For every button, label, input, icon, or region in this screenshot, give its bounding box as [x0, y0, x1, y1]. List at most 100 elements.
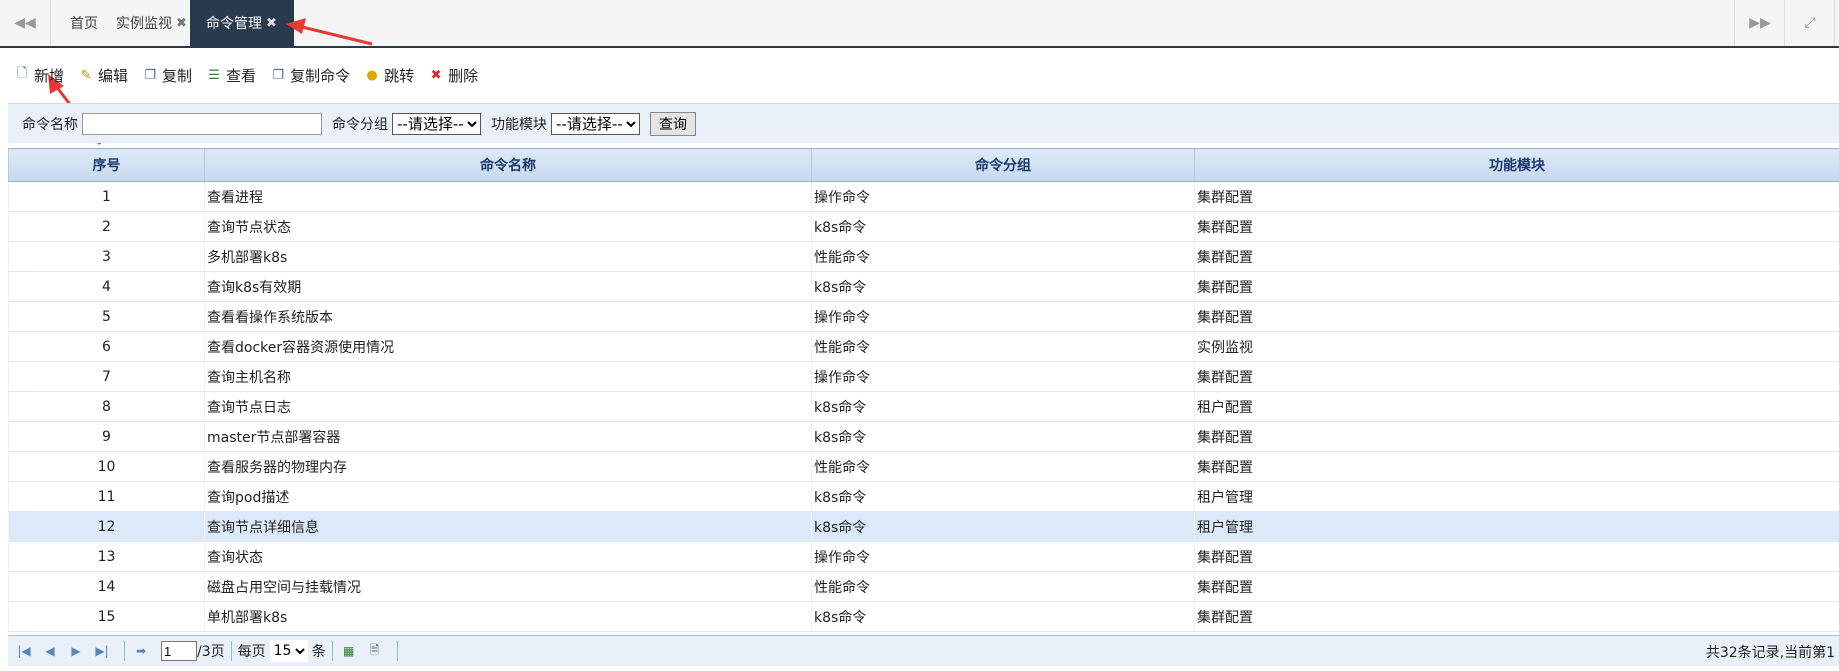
table-header-row: 序号 命令名称 命令分组 功能模块	[8, 148, 1839, 182]
command-group-label: 命令分组	[332, 116, 388, 133]
view-button[interactable]: ☰ 查看	[206, 65, 256, 86]
document-icon: 🗎	[369, 642, 380, 657]
cell-function-module: 租户管理	[1194, 481, 1839, 512]
close-icon[interactable]: ✖	[176, 16, 187, 31]
jump-button[interactable]: ● 跳转	[364, 65, 414, 86]
cell-function-module: 集群配置	[1194, 361, 1839, 392]
command-table: 序号 命令名称 命令分组 功能模块 1 查看进程 操作命令 集群配置 2 查询节点状态 k8…	[8, 148, 1839, 632]
function-module-label: 功能模块	[491, 116, 547, 133]
tab-label: 首页	[70, 16, 98, 32]
cell-command-group: k8s命令	[811, 271, 1195, 302]
delete-button[interactable]: ✖ 删除	[428, 65, 478, 86]
cell-function-module: 集群配置	[1194, 541, 1839, 572]
divider	[124, 641, 125, 661]
delete-icon: ✖	[430, 67, 442, 83]
export-excel-button[interactable]: ▦	[339, 641, 359, 661]
table-row[interactable]: 5 查看看操作系统版本 操作命令 集群配置	[8, 301, 1839, 332]
per-page-select[interactable]: 15	[269, 640, 308, 662]
close-icon[interactable]: ✖	[266, 16, 277, 31]
cell-function-module: 租户管理	[1194, 511, 1839, 542]
cell-command-group: k8s命令	[811, 601, 1195, 632]
next-page-button[interactable]: ▶	[66, 641, 86, 661]
table-row[interactable]: 13 查询状态 操作命令 集群配置	[8, 541, 1839, 572]
copy-button[interactable]: ❐ 复制	[142, 65, 192, 86]
command-name-input[interactable]	[82, 112, 322, 135]
annotation-arrow	[286, 18, 373, 46]
table-row[interactable]: 3 多机部署k8s 性能命令 集群配置	[8, 241, 1839, 272]
column-header-index[interactable]: 序号	[8, 148, 205, 182]
cell-command-group: 操作命令	[811, 541, 1195, 572]
edit-label: 编辑	[98, 66, 129, 85]
jump-icon: ●	[366, 67, 378, 83]
cell-command-name: 磁盘占用空间与挂载情况	[204, 571, 812, 602]
view-label: 查看	[226, 66, 257, 85]
column-header-command-group[interactable]: 命令分组	[811, 148, 1195, 182]
page-number-input[interactable]	[161, 641, 197, 661]
table-row[interactable]: 7 查询主机名称 操作命令 集群配置	[8, 361, 1839, 392]
cell-command-name: 查询节点状态	[204, 211, 812, 242]
cell-function-module: 集群配置	[1194, 451, 1839, 482]
add-button[interactable]: 🗋 新增	[14, 65, 64, 86]
cell-command-group: k8s命令	[811, 481, 1195, 512]
copy-icon: ❐	[272, 67, 284, 83]
scroll-left-button[interactable]: ◀◀	[0, 0, 51, 46]
cell-function-module: 实例监视	[1194, 331, 1839, 362]
fullscreen-button[interactable]: ⤢	[1784, 0, 1835, 46]
pagination-bar: |◀ ◀ ▶ ▶| ➡ /3页 每页 15 条 ▦ 🗎 共32条记录,当前第1	[8, 635, 1839, 666]
cell-index: 15	[8, 601, 205, 632]
total-pages-text: /3页	[197, 644, 225, 660]
scroll-right-button[interactable]: ▶▶	[1734, 0, 1785, 46]
table-row[interactable]: 4 查询k8s有效期 k8s命令 集群配置	[8, 271, 1839, 302]
cell-function-module: 集群配置	[1194, 241, 1839, 272]
copy-label: 复制	[162, 66, 193, 85]
cell-index: 11	[8, 481, 205, 512]
tab-command-management[interactable]: 命令管理 ✖	[190, 0, 294, 46]
tab-bar: ◀◀ 首页 实例监视 ✖ 命令管理 ✖ ▶▶ ⤢	[0, 0, 1839, 48]
first-page-button[interactable]: |◀	[14, 641, 34, 661]
query-button[interactable]: 查询	[650, 111, 696, 136]
cell-command-group: 性能命令	[811, 451, 1195, 482]
cell-index: 10	[8, 451, 205, 482]
table-row[interactable]: 12 查询节点详细信息 k8s命令 租户管理	[8, 511, 1839, 542]
cell-index: 14	[8, 571, 205, 602]
function-module-select[interactable]: --请选择--	[551, 112, 640, 135]
cell-function-module: 集群配置	[1194, 601, 1839, 632]
cell-command-group: 性能命令	[811, 331, 1195, 362]
go-page-button[interactable]: ➡	[131, 641, 151, 661]
prev-page-icon: ◀	[45, 644, 55, 658]
cell-index: 12	[8, 511, 205, 542]
command-group-select[interactable]: --请选择--	[392, 112, 481, 135]
table-row[interactable]: 15 单机部署k8s k8s命令 集群配置	[8, 601, 1839, 632]
table-row[interactable]: 8 查询节点日志 k8s命令 租户配置	[8, 391, 1839, 422]
cell-index: 13	[8, 541, 205, 572]
column-header-function-module[interactable]: 功能模块	[1194, 148, 1839, 182]
cell-command-name: 查询状态	[204, 541, 812, 572]
last-page-button[interactable]: ▶|	[92, 641, 112, 661]
table-row[interactable]: 11 查询pod描述 k8s命令 租户管理	[8, 481, 1839, 512]
cell-index: 1	[8, 181, 205, 212]
column-header-command-name[interactable]: 命令名称	[204, 148, 812, 182]
copy-command-button[interactable]: ❐ 复制命令	[270, 65, 350, 86]
table-row[interactable]: 6 查看docker容器资源使用情况 性能命令 实例监视	[8, 331, 1839, 362]
list-icon: ☰	[208, 67, 220, 83]
tab-label: 实例监视	[116, 16, 172, 32]
cell-function-module: 集群配置	[1194, 571, 1839, 602]
pencil-icon: ✎	[80, 67, 92, 83]
first-page-icon: |◀	[17, 644, 31, 658]
table-row[interactable]: 9 master节点部署容器 k8s命令 集群配置	[8, 421, 1839, 452]
table-row[interactable]: 2 查询节点状态 k8s命令 集群配置	[8, 211, 1839, 242]
tab-home[interactable]: 首页	[50, 0, 118, 46]
edit-button[interactable]: ✎ 编辑	[78, 65, 128, 86]
table-row[interactable]: 14 磁盘占用空间与挂载情况 性能命令 集群配置	[8, 571, 1839, 602]
prev-page-button[interactable]: ◀	[40, 641, 60, 661]
table-row[interactable]: 1 查看进程 操作命令 集群配置	[8, 181, 1839, 212]
export-doc-button[interactable]: 🗎	[365, 641, 385, 661]
cell-index: 9	[8, 421, 205, 452]
cell-command-group: 操作命令	[811, 361, 1195, 392]
settings-button[interactable]	[1834, 0, 1839, 46]
table-row[interactable]: 10 查看服务器的物理内存 性能命令 集群配置	[8, 451, 1839, 482]
copy-command-label: 复制命令	[290, 66, 351, 85]
cell-command-name: 查看进程	[204, 181, 812, 212]
add-label: 新增	[34, 66, 65, 85]
double-chevron-right-icon: ▶▶	[1749, 15, 1771, 31]
